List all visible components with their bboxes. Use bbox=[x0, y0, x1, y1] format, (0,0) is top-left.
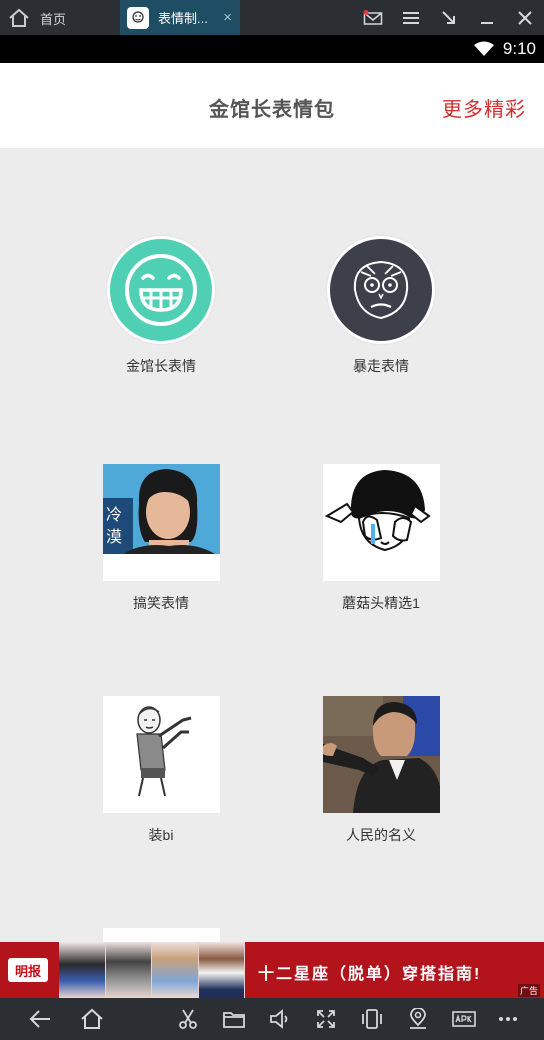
sticker-pack-grid: 金馆长表情 暴走表情 冷 漠 搞笑表情 蘑菇头精选1 装bi 人民的名义 bbox=[0, 148, 544, 942]
status-bar: 9:10 bbox=[0, 35, 544, 63]
ad-photo bbox=[198, 942, 245, 998]
mushroom-head-thumbnail bbox=[322, 464, 440, 581]
rage-face-icon bbox=[327, 236, 435, 344]
ad-photo bbox=[59, 942, 106, 998]
ad-banner[interactable]: 明报 十二星座（脱单）穿搭指南! 广告 bbox=[0, 942, 544, 998]
pointing-man-thumbnail bbox=[102, 696, 220, 813]
partial-thumbnail bbox=[102, 928, 220, 942]
sticker-pack-label: 暴走表情 bbox=[353, 358, 409, 374]
sticker-pack-item[interactable]: 冷 漠 搞笑表情 bbox=[61, 464, 261, 613]
close-icon[interactable] bbox=[514, 7, 536, 29]
tab-close-icon[interactable]: × bbox=[223, 9, 232, 26]
scissors-icon[interactable] bbox=[176, 1007, 200, 1031]
sticker-pack-label: 蘑菇头精选1 bbox=[342, 595, 420, 611]
window-controls bbox=[362, 6, 536, 30]
sticker-pack-label: 金馆长表情 bbox=[126, 358, 196, 374]
sticker-pack-label: 装bi bbox=[148, 827, 174, 843]
status-time: 9:10 bbox=[502, 39, 536, 58]
home-icon bbox=[8, 8, 30, 28]
menu-icon[interactable] bbox=[400, 7, 422, 29]
svg-text:冷: 冷 bbox=[106, 505, 122, 524]
minimize-icon[interactable] bbox=[476, 7, 498, 29]
emulator-title-bar: 首页 表情制... × bbox=[0, 0, 544, 35]
fullscreen-icon[interactable] bbox=[314, 1007, 338, 1031]
emulator-toolbar bbox=[0, 998, 544, 1040]
home-tab-label: 首页 bbox=[40, 11, 67, 27]
mail-icon[interactable] bbox=[362, 7, 384, 29]
svg-text:漠: 漠 bbox=[106, 527, 122, 546]
ad-text: 十二星座（脱单）穿搭指南! bbox=[258, 966, 482, 983]
home-tab[interactable]: 首页 bbox=[8, 5, 118, 31]
app-tab-icon bbox=[127, 6, 149, 29]
ad-logo: 明报 bbox=[8, 958, 48, 982]
sticker-pack-item[interactable]: 蘑菇头精选1 bbox=[281, 464, 481, 613]
location-icon[interactable] bbox=[406, 1007, 430, 1031]
more-options-icon[interactable] bbox=[496, 1007, 520, 1031]
app-tab[interactable]: 表情制... × bbox=[120, 0, 240, 35]
volume-icon[interactable] bbox=[268, 1007, 292, 1031]
ad-photo bbox=[105, 942, 152, 998]
grinning-face-icon bbox=[107, 236, 215, 344]
ad-tag: 广告 bbox=[517, 984, 540, 997]
sticker-pack-label: 人民的名义 bbox=[346, 827, 416, 843]
sticker-pack-label: 搞笑表情 bbox=[133, 595, 189, 611]
more-link[interactable]: 更多精彩 bbox=[442, 93, 526, 122]
woman-portrait-thumbnail: 冷 漠 bbox=[102, 464, 220, 581]
app-tab-label: 表情制... bbox=[158, 11, 208, 26]
folder-icon[interactable] bbox=[222, 1007, 246, 1031]
app-header: 金馆长表情包 更多精彩 bbox=[0, 63, 544, 148]
ad-photos bbox=[59, 942, 245, 998]
android-home-icon[interactable] bbox=[80, 1007, 104, 1031]
rotate-icon[interactable] bbox=[360, 1007, 384, 1031]
wifi-icon bbox=[473, 41, 495, 57]
sticker-pack-item[interactable]: 装bi bbox=[61, 696, 261, 845]
sticker-pack-item[interactable]: 暴走表情 bbox=[281, 236, 481, 376]
back-icon[interactable] bbox=[28, 1007, 52, 1031]
politician-thumbnail bbox=[322, 696, 440, 813]
ad-photo bbox=[152, 942, 199, 998]
sticker-pack-item[interactable]: 人民的名义 bbox=[281, 696, 481, 845]
sticker-pack-item[interactable]: 金馆长表情 bbox=[61, 236, 261, 376]
apk-install-icon[interactable] bbox=[452, 1007, 476, 1031]
restore-icon[interactable] bbox=[438, 7, 460, 29]
sticker-pack-item-partial[interactable] bbox=[61, 928, 261, 942]
